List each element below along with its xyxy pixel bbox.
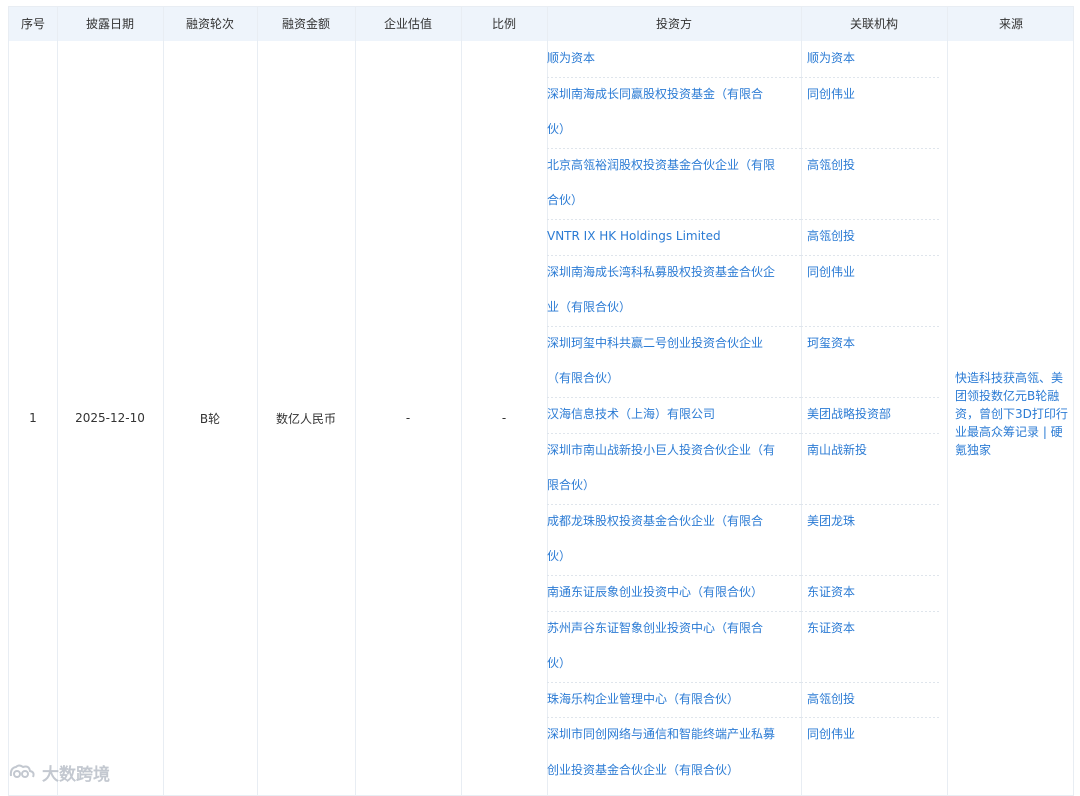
watermark-logo-icon [9,764,35,778]
investor-name-line[interactable]: 限合伙） [547,468,799,504]
header-source: 来源 [998,17,1023,31]
investor-name-line[interactable]: VNTR IX HK Holdings Limited [547,219,799,255]
investor-name-line[interactable]: 苏州声谷东证智象创业投资中心（有限合 [547,611,799,647]
row-date: 2025-12-10 [75,411,145,425]
related-org-link[interactable]: 南山战新投 [807,433,940,469]
related-org-link[interactable]: 同创伟业 [807,255,940,291]
investor-name-line[interactable]: 珠海乐构企业管理中心（有限合伙） [547,682,799,718]
investor-name-line[interactable]: 顺为资本 [547,41,799,77]
header-valuation: 企业估值 [383,17,432,31]
related-org-link[interactable]: 高瓴创投 [807,682,940,718]
related-org-link[interactable]: 美团战略投资部 [807,397,940,433]
investor-name-line[interactable]: 深圳南海成长湾科私募股权投资基金合伙企 [547,255,799,291]
investor-name-line[interactable]: 业（有限合伙） [547,290,799,326]
table-header: 序号 披露日期 融资轮次 融资金额 企业估值 比例 投资方 关联机构 来源 [9,7,1073,41]
investor-name-line[interactable]: 伙） [547,646,799,682]
investor-name-line[interactable]: （有限合伙） [547,361,799,397]
related-org-link[interactable]: 同创伟业 [807,77,940,113]
investor-name-line[interactable]: 伙） [547,539,799,575]
related-org-link[interactable]: 高瓴创投 [807,219,940,255]
row-ratio: - [501,411,507,425]
investor-name-line[interactable]: 合伙） [547,183,799,219]
investor-name-line[interactable]: 成都龙珠股权投资基金合伙企业（有限合 [547,504,799,540]
related-org-link[interactable]: 东证资本 [807,575,940,611]
row-index: 1 [29,411,37,425]
header-amount: 融资金额 [281,17,330,31]
investor-name-line[interactable]: 伙） [547,112,799,148]
header-ratio: 比例 [491,17,516,31]
header-related-org: 关联机构 [849,17,898,31]
related-org-link[interactable]: 顺为资本 [807,41,940,77]
investor-name-line[interactable]: 深圳市同创网络与通信和智能终端产业私募 [547,717,799,753]
related-org-link[interactable]: 美团龙珠 [807,504,940,540]
row-valuation: - [405,411,411,425]
investor-name-line[interactable]: 深圳南海成长同赢股权投资基金（有限合 [547,77,799,113]
header-date: 披露日期 [85,17,134,31]
source-link[interactable]: 快造科技获高瓴、美团领投数亿元B轮融资，曾创下3D打印行业最高众筹记录 | 硬氪… [955,369,1071,459]
related-org-link[interactable]: 同创伟业 [807,717,940,753]
row-amount: 数亿人民币 [275,411,336,426]
investor-name-line[interactable]: 南通东证辰象创业投资中心（有限合伙） [547,575,799,611]
header-index: 序号 [20,17,45,31]
related-org-link[interactable]: 高瓴创投 [807,148,940,184]
row-round: B轮 [199,411,221,426]
investor-name-line[interactable]: 北京高瓴裕润股权投资基金合伙企业（有限 [547,148,799,184]
related-org-link[interactable]: 东证资本 [807,611,940,647]
header-investors: 投资方 [655,17,692,31]
investor-name-line[interactable]: 深圳市南山战新投小巨人投资合伙企业（有 [547,433,799,469]
header-round: 融资轮次 [185,17,234,31]
investor-name-line[interactable]: 汉海信息技术（上海）有限公司 [547,397,799,433]
investor-name-line[interactable]: 创业投资基金合伙企业（有限合伙） [547,753,799,789]
watermark: 大数跨境 [8,760,110,785]
financing-table: 序号 披露日期 融资轮次 融资金额 企业估值 比例 投资方 关联机构 来源 1 … [8,6,1074,796]
watermark-text: 大数跨境 [42,765,110,785]
investor-name-line[interactable]: 深圳珂玺中科共赢二号创业投资合伙企业 [547,326,799,362]
related-org-link[interactable]: 珂玺资本 [807,326,940,362]
